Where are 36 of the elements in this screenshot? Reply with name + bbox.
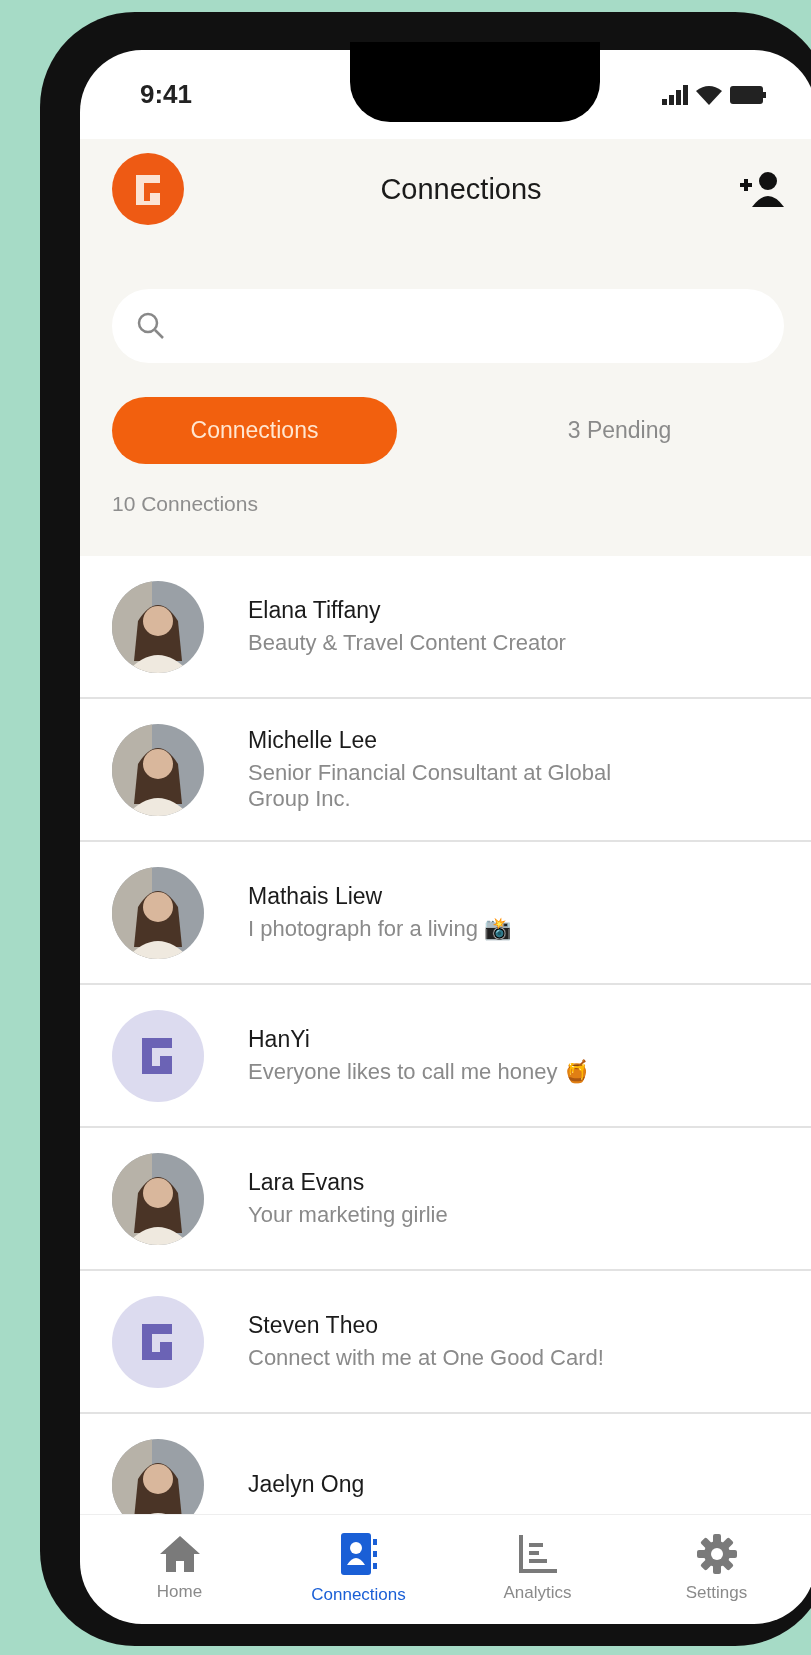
connection-row[interactable]: Mathais Liew I photograph for a living 📸 bbox=[80, 842, 811, 985]
contact-headline: Senior Financial Consultant at Global Group Inc. bbox=[248, 759, 613, 813]
contact-name: Mathais Liew bbox=[248, 882, 384, 910]
bar-chart-icon bbox=[516, 1533, 559, 1575]
screen-title: Connections bbox=[380, 172, 542, 206]
contact-name: HanYi bbox=[248, 1025, 311, 1053]
search-icon bbox=[136, 311, 166, 341]
status-time: 9:41 bbox=[140, 79, 193, 110]
logo-avatar-icon bbox=[112, 1009, 204, 1102]
contact-headline: Your marketing girlie bbox=[248, 1201, 448, 1229]
connection-row[interactable]: Michelle Lee Senior Financial Consultant at Global Group Inc. bbox=[80, 699, 811, 842]
home-icon bbox=[158, 1534, 201, 1574]
contact-name: Steven Theo bbox=[248, 1311, 379, 1339]
wifi-icon bbox=[696, 84, 722, 105]
contact-headline: Everyone likes to call me honey 🍯 bbox=[248, 1058, 591, 1086]
contact-name: Jaelyn Ong bbox=[248, 1471, 365, 1498]
contact-headline: Beauty & Travel Content Creator bbox=[248, 629, 566, 657]
signal-icon bbox=[662, 84, 688, 105]
add-person-icon[interactable] bbox=[738, 171, 784, 207]
settings-icon bbox=[695, 1533, 738, 1575]
contact-headline: Connect with me at One Good Card! bbox=[248, 1344, 604, 1372]
contact-name: Lara Evans bbox=[248, 1168, 366, 1196]
nav-tab[interactable]: Home bbox=[104, 1533, 255, 1603]
connection-row[interactable]: Elana Tiffany Beauty & Travel Content Creator bbox=[80, 556, 811, 699]
contact-book-icon bbox=[338, 1531, 379, 1577]
logo-avatar-icon bbox=[112, 1295, 204, 1388]
contact-name: Elana Tiffany bbox=[248, 596, 382, 624]
connection-row[interactable]: Steven Theo Connect with me at One Good Card! bbox=[80, 1271, 811, 1414]
connection-row[interactable]: Lara Evans Your marketing girlie bbox=[80, 1128, 811, 1271]
logo-icon[interactable] bbox=[112, 153, 184, 225]
connection-row[interactable]: HanYi Everyone likes to call me honey 🍯 bbox=[80, 985, 811, 1128]
battery-icon bbox=[730, 85, 766, 104]
contact-name: Michelle Lee bbox=[248, 726, 379, 754]
connection-count: 10 Connections bbox=[112, 492, 259, 516]
nav-tab[interactable]: Connections bbox=[283, 1530, 434, 1606]
contact-headline: I photograph for a living 📸 bbox=[248, 915, 512, 943]
